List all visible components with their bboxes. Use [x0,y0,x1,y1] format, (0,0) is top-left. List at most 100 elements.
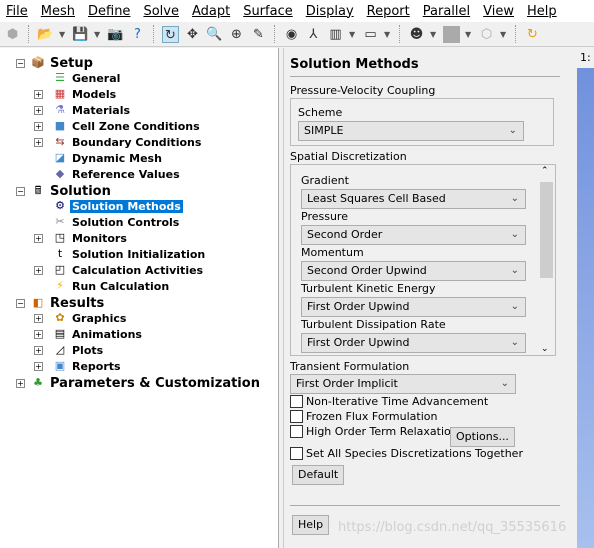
checkbox-box[interactable] [290,447,303,460]
sync-icon[interactable]: ↻ [524,26,541,43]
tree-materials[interactable]: ⚗ Materials [52,102,132,118]
open-dropdown[interactable]: ▼ [59,30,67,39]
scheme-select[interactable]: SIMPLE ⌄ [298,121,524,141]
expand-plots[interactable]: + [34,346,43,355]
toolbar: ⬢ 📂 ▼ 💾 ▼ 📷 ? ↻ ✥ 🔍 ⊕ ✎ ◉ ⅄ ▥ ▼ ▭ ▼ ☻ ▼ ▼ ⬡ ▼ … [0,22,594,47]
collapse-results[interactable]: − [16,299,25,308]
axes-icon[interactable]: ⅄ [305,26,322,43]
tree-dynamic-mesh[interactable]: ◪ Dynamic Mesh [52,150,164,166]
tree-plots[interactable]: ◿ Plots [52,342,105,358]
pressure-select[interactable]: Second Order ⌄ [301,225,526,245]
graphics-tab[interactable]: 1: [577,48,594,68]
menu-surface[interactable]: Surface [237,4,293,19]
scroll-down-icon[interactable]: ⌄ [541,344,549,354]
zoom-in-icon[interactable]: ⊕ [228,26,245,43]
options-button[interactable]: Options... [450,427,515,447]
camera-icon[interactable]: 📷 [107,26,124,43]
tree-cell-zone-conditions[interactable]: ■ Cell Zone Conditions [52,118,202,134]
box-icon: ■ [54,119,66,132]
tree-monitors[interactable]: ◳ Monitors [52,230,129,246]
tree-animations[interactable]: ▤ Animations [52,326,144,342]
user-dropdown[interactable]: ▼ [430,30,438,39]
tree-models[interactable]: ▦ Models [52,86,118,102]
tree-graphics[interactable]: ✿ Graphics [52,310,128,326]
tree-general[interactable]: ☰ General [52,70,122,86]
expand-animations[interactable]: + [34,330,43,339]
tree-parameters-customization[interactable]: ♣ Parameters & Customization [30,375,262,391]
layout-dropdown[interactable]: ▼ [349,30,357,39]
checkbox-box[interactable] [290,410,303,423]
menu-mesh[interactable]: Mesh [35,4,75,19]
tree-setup[interactable]: 📦 Setup [30,55,95,71]
user-icon[interactable]: ☻ [408,26,425,43]
high-order-relaxation-checkbox[interactable]: High Order Term Relaxation [290,425,458,438]
expand-boundary[interactable]: + [34,138,43,147]
menu-display[interactable]: Display [300,4,354,19]
menu-adapt[interactable]: Adapt [186,4,230,19]
checkbox-box[interactable] [290,395,303,408]
menu-solve[interactable]: Solve [137,4,179,19]
tree-results[interactable]: ◧ Results [30,295,106,311]
momentum-value: Second Order Upwind [307,264,427,277]
expand-graphics[interactable]: + [34,314,43,323]
tree-solution-controls[interactable]: ✂ Solution Controls [52,214,181,230]
tdr-select[interactable]: First Order Upwind ⌄ [301,333,526,353]
help-icon[interactable]: ? [129,26,146,43]
tree-solution-initialization[interactable]: t Solution Initialization [52,246,207,262]
menu-view[interactable]: View [477,4,514,19]
scroll-thumb[interactable] [540,182,553,278]
zoom-icon[interactable]: 🔍 [206,26,223,43]
color-icon[interactable] [443,25,460,43]
view-icon[interactable]: ▭ [362,26,379,43]
transient-value: First Order Implicit [296,377,398,390]
collapse-setup[interactable]: − [16,59,25,68]
gradient-select[interactable]: Least Squares Cell Based ⌄ [301,189,526,209]
pan-icon[interactable]: ✥ [184,26,201,43]
save-icon[interactable]: 💾 [72,26,89,43]
tree-calculation-activities[interactable]: ◰ Calculation Activities [52,262,205,278]
scrollbar[interactable]: ⌃ ⌄ [538,166,555,354]
tree-solution[interactable]: 🖩 Solution [30,183,113,199]
report-icon: ▣ [54,359,66,372]
transient-select[interactable]: First Order Implicit ⌄ [290,374,516,394]
expand-cell-zone[interactable]: + [34,122,43,131]
non-iterative-checkbox[interactable]: Non-Iterative Time Advancement [290,395,488,408]
tke-select[interactable]: First Order Upwind ⌄ [301,297,526,317]
rotate-icon[interactable]: ↻ [162,25,179,43]
tree-reference-values[interactable]: ◆ Reference Values [52,166,182,182]
menu-parallel[interactable]: Parallel [417,4,470,19]
menu-define[interactable]: Define [82,4,130,19]
menu-file[interactable]: File [0,4,28,19]
open-folder-icon[interactable]: 📂 [37,26,54,43]
expand-materials[interactable]: + [34,106,43,115]
fit-icon[interactable]: ◉ [283,26,300,43]
expand-parameters[interactable]: + [16,379,25,388]
expand-calc-activities[interactable]: + [34,266,43,275]
default-button[interactable]: Default [292,465,345,485]
menu-help[interactable]: Help [521,4,557,19]
expand-monitors[interactable]: + [34,234,43,243]
color-dropdown[interactable]: ▼ [465,30,473,39]
layout-icon[interactable]: ▥ [327,26,344,43]
tree-boundary-conditions[interactable]: ⇆ Boundary Conditions [52,134,203,150]
tree-reports[interactable]: ▣ Reports [52,358,123,374]
collapse-solution[interactable]: − [16,187,25,196]
scroll-up-icon[interactable]: ⌃ [541,166,549,176]
tree-solution-methods[interactable]: ⚙ Solution Methods [52,198,183,214]
cube-dropdown[interactable]: ▼ [500,30,508,39]
help-button[interactable]: Help [292,515,330,535]
film-icon: ▤ [54,327,66,340]
frozen-flux-checkbox[interactable]: Frozen Flux Formulation [290,410,437,423]
probe-icon[interactable]: ✎ [250,26,267,43]
checkbox-box[interactable] [290,425,303,438]
cube-icon[interactable]: ⬡ [478,26,495,43]
expand-reports[interactable]: + [34,362,43,371]
save-dropdown[interactable]: ▼ [94,30,102,39]
expand-models[interactable]: + [34,90,43,99]
momentum-select[interactable]: Second Order Upwind ⌄ [301,261,526,281]
view-dropdown[interactable]: ▼ [384,30,392,39]
stop-icon[interactable]: ⬢ [4,26,21,43]
set-all-species-checkbox[interactable]: Set All Species Discretizations Together [290,447,523,460]
menu-report[interactable]: Report [361,4,410,19]
tree-run-calculation[interactable]: ⚡ Run Calculation [52,278,171,294]
